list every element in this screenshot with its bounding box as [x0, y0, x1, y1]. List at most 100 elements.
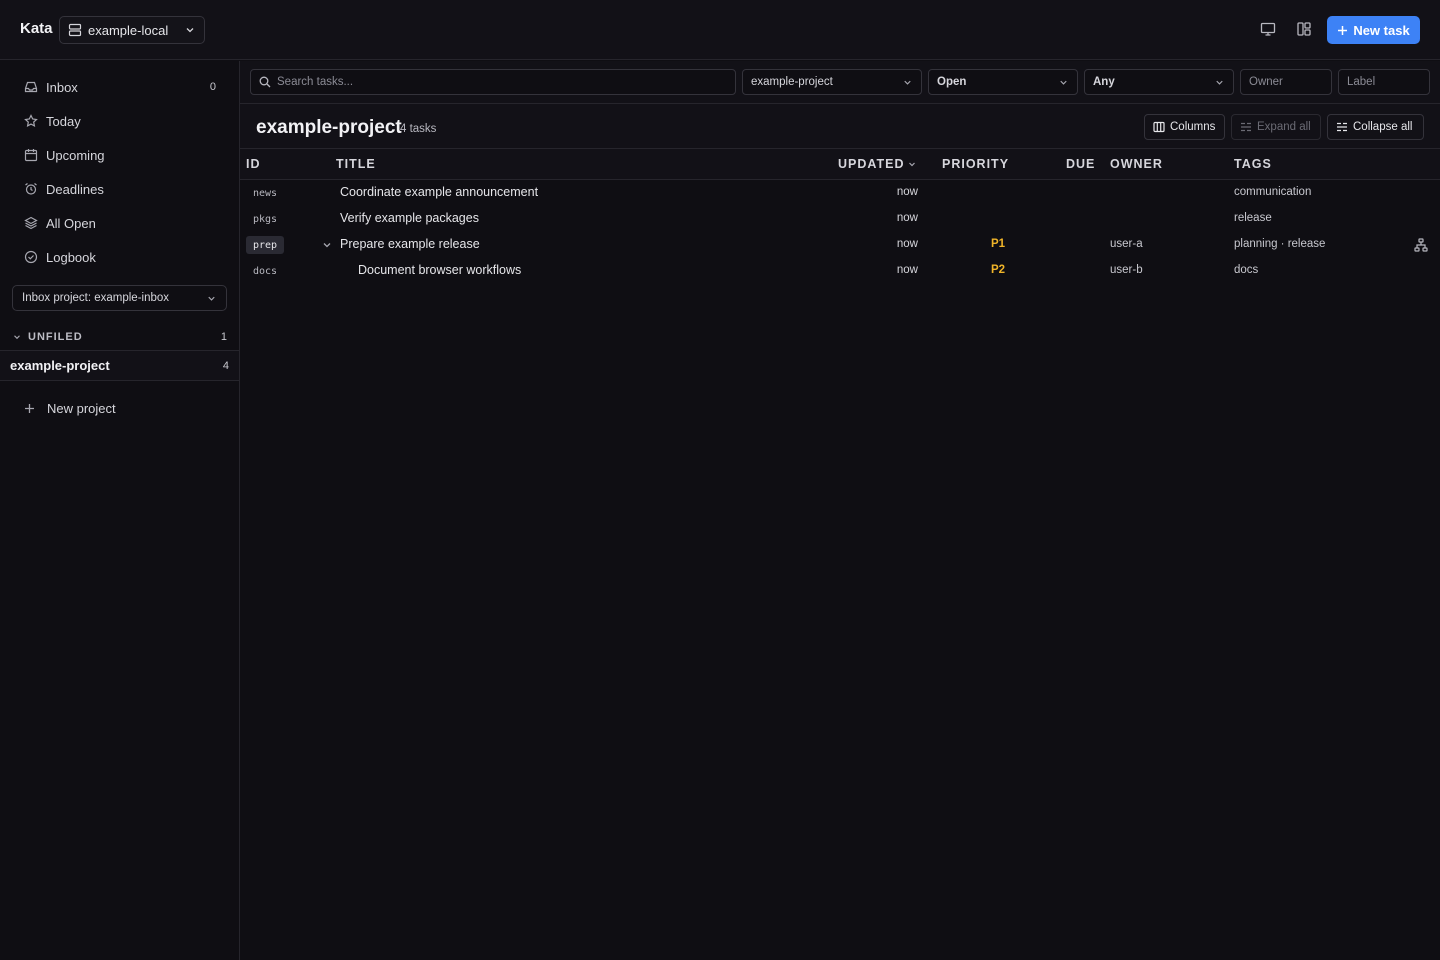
task-count: 4 tasks: [400, 123, 437, 135]
layers-icon: [24, 216, 38, 230]
project-header: example-project 4 tasks Columns Expand a…: [240, 104, 1440, 149]
task-title: Verify example packages: [340, 211, 479, 225]
priority-filter-value: Any: [1093, 76, 1115, 88]
task-title: Coordinate example announcement: [340, 185, 539, 199]
sidebar-item-deadlines[interactable]: Deadlines: [12, 175, 228, 203]
chevron-down-icon: [1058, 77, 1069, 88]
column-header-updated[interactable]: UPDATED: [838, 157, 916, 171]
table-row[interactable]: news Coordinate example announcement now…: [240, 180, 1440, 206]
sidebar-item-today[interactable]: Today: [12, 107, 228, 135]
chevron-down-icon: [1214, 77, 1225, 88]
column-header-due[interactable]: DUE: [1066, 157, 1095, 171]
inbox-icon: [24, 80, 38, 94]
sidebar-item-project[interactable]: example-project 4: [0, 351, 239, 381]
table-row[interactable]: pkgs Verify example packages now release: [240, 206, 1440, 232]
calendar-icon: [24, 148, 38, 162]
column-header-id[interactable]: ID: [246, 157, 261, 171]
filter-bar: example-project Open Any: [240, 61, 1440, 104]
project-filter-select[interactable]: example-project: [742, 69, 922, 95]
sidebar-item-label: Deadlines: [46, 181, 104, 197]
collapse-all-button[interactable]: Collapse all: [1327, 114, 1424, 140]
task-owner: user-a: [1110, 238, 1143, 250]
column-header-owner[interactable]: OWNER: [1110, 157, 1163, 171]
app-title: Kata: [20, 20, 53, 37]
monitor-icon[interactable]: [1259, 20, 1277, 38]
expand-chevron-icon[interactable]: [322, 240, 332, 250]
sidebar-item-inbox[interactable]: Inbox 0: [12, 73, 228, 101]
page-title: example-project: [256, 117, 402, 138]
sidebar-item-label: All Open: [46, 215, 96, 231]
column-header-priority[interactable]: PRIORITY: [942, 157, 1009, 171]
chevron-down-icon: [12, 332, 22, 342]
inbox-project-select[interactable]: Inbox project: example-inbox: [12, 285, 227, 311]
alarm-icon: [24, 182, 38, 196]
status-filter-value: Open: [937, 76, 967, 88]
owner-filter[interactable]: [1240, 69, 1332, 95]
sidebar-item-all-open[interactable]: All Open: [12, 209, 228, 237]
expand-icon: [1240, 121, 1252, 133]
priority-filter-select[interactable]: Any: [1084, 69, 1234, 95]
task-priority: P1: [991, 238, 1006, 250]
workspace-label: example-local: [88, 22, 169, 38]
sidebar-item-label: Upcoming: [46, 147, 105, 163]
sidebar: Inbox 0 Today Upcoming Deadlines All Ope…: [0, 61, 240, 960]
collapse-icon: [1336, 121, 1348, 133]
chevron-down-icon: [184, 24, 196, 36]
task-tags: release: [1234, 212, 1272, 224]
task-id: pkgs: [252, 213, 278, 225]
chevron-down-icon: [206, 293, 217, 304]
task-title: Prepare example release: [340, 237, 480, 251]
project-count: 4: [222, 359, 229, 372]
group-label: UNFILED: [28, 330, 83, 343]
sidebar-item-label: Logbook: [46, 249, 96, 265]
label-filter[interactable]: [1338, 69, 1430, 95]
search-icon: [259, 76, 271, 88]
sort-chevron-icon: [908, 160, 916, 168]
task-updated: now: [896, 186, 918, 198]
chevron-down-icon: [902, 77, 913, 88]
task-id: prep: [246, 236, 284, 254]
group-count: 1: [220, 330, 227, 343]
new-task-button[interactable]: New task: [1327, 16, 1420, 44]
workspace-select[interactable]: example-local: [59, 16, 205, 44]
new-task-label: New task: [1353, 22, 1410, 38]
task-owner: user-b: [1110, 264, 1143, 276]
star-icon: [24, 114, 38, 128]
server-icon: [68, 23, 82, 37]
task-id: docs: [252, 265, 278, 277]
column-header-tags[interactable]: TAGS: [1234, 157, 1272, 171]
group-header-unfiled[interactable]: UNFILED 1: [0, 323, 239, 351]
task-updated: now: [896, 264, 918, 276]
project-label: example-project: [10, 358, 110, 373]
collapse-all-label: Collapse all: [1353, 121, 1413, 133]
new-project-button[interactable]: New project: [12, 394, 228, 422]
columns-button[interactable]: Columns: [1144, 114, 1225, 140]
columns-icon: [1153, 121, 1165, 133]
expand-all-button[interactable]: Expand all: [1231, 114, 1321, 140]
task-updated: now: [896, 238, 918, 250]
top-bar: Kata example-local New task: [0, 0, 1440, 60]
owner-input[interactable]: [1249, 76, 1323, 88]
table-header: ID TITLE UPDATED PRIORITY DUE OWNER TAGS: [240, 149, 1440, 180]
label-input[interactable]: [1347, 76, 1421, 88]
search-field[interactable]: [250, 69, 736, 95]
plus-icon: [1337, 25, 1348, 36]
sidebar-item-logbook[interactable]: Logbook: [12, 243, 228, 271]
subtasks-tree-icon[interactable]: [1414, 238, 1428, 252]
table-row[interactable]: prep Prepare example release now P1 user…: [240, 232, 1440, 258]
inbox-project-label: Inbox project: example-inbox: [22, 292, 170, 304]
table-row[interactable]: docs Document browser workflows now P2 u…: [240, 258, 1440, 284]
new-project-label: New project: [47, 400, 116, 416]
task-tags: communication: [1234, 186, 1312, 198]
column-header-updated-label: UPDATED: [838, 157, 905, 171]
project-filter-value: example-project: [751, 76, 833, 88]
status-filter-select[interactable]: Open: [928, 69, 1078, 95]
plus-icon: [24, 403, 35, 414]
column-header-title[interactable]: TITLE: [336, 157, 376, 171]
sidebar-item-upcoming[interactable]: Upcoming: [12, 141, 228, 169]
layout-icon[interactable]: [1295, 20, 1313, 38]
search-input[interactable]: [277, 76, 727, 88]
expand-all-label: Expand all: [1257, 121, 1311, 133]
task-tags: planning · release: [1234, 238, 1326, 250]
task-tags: docs: [1234, 264, 1259, 276]
